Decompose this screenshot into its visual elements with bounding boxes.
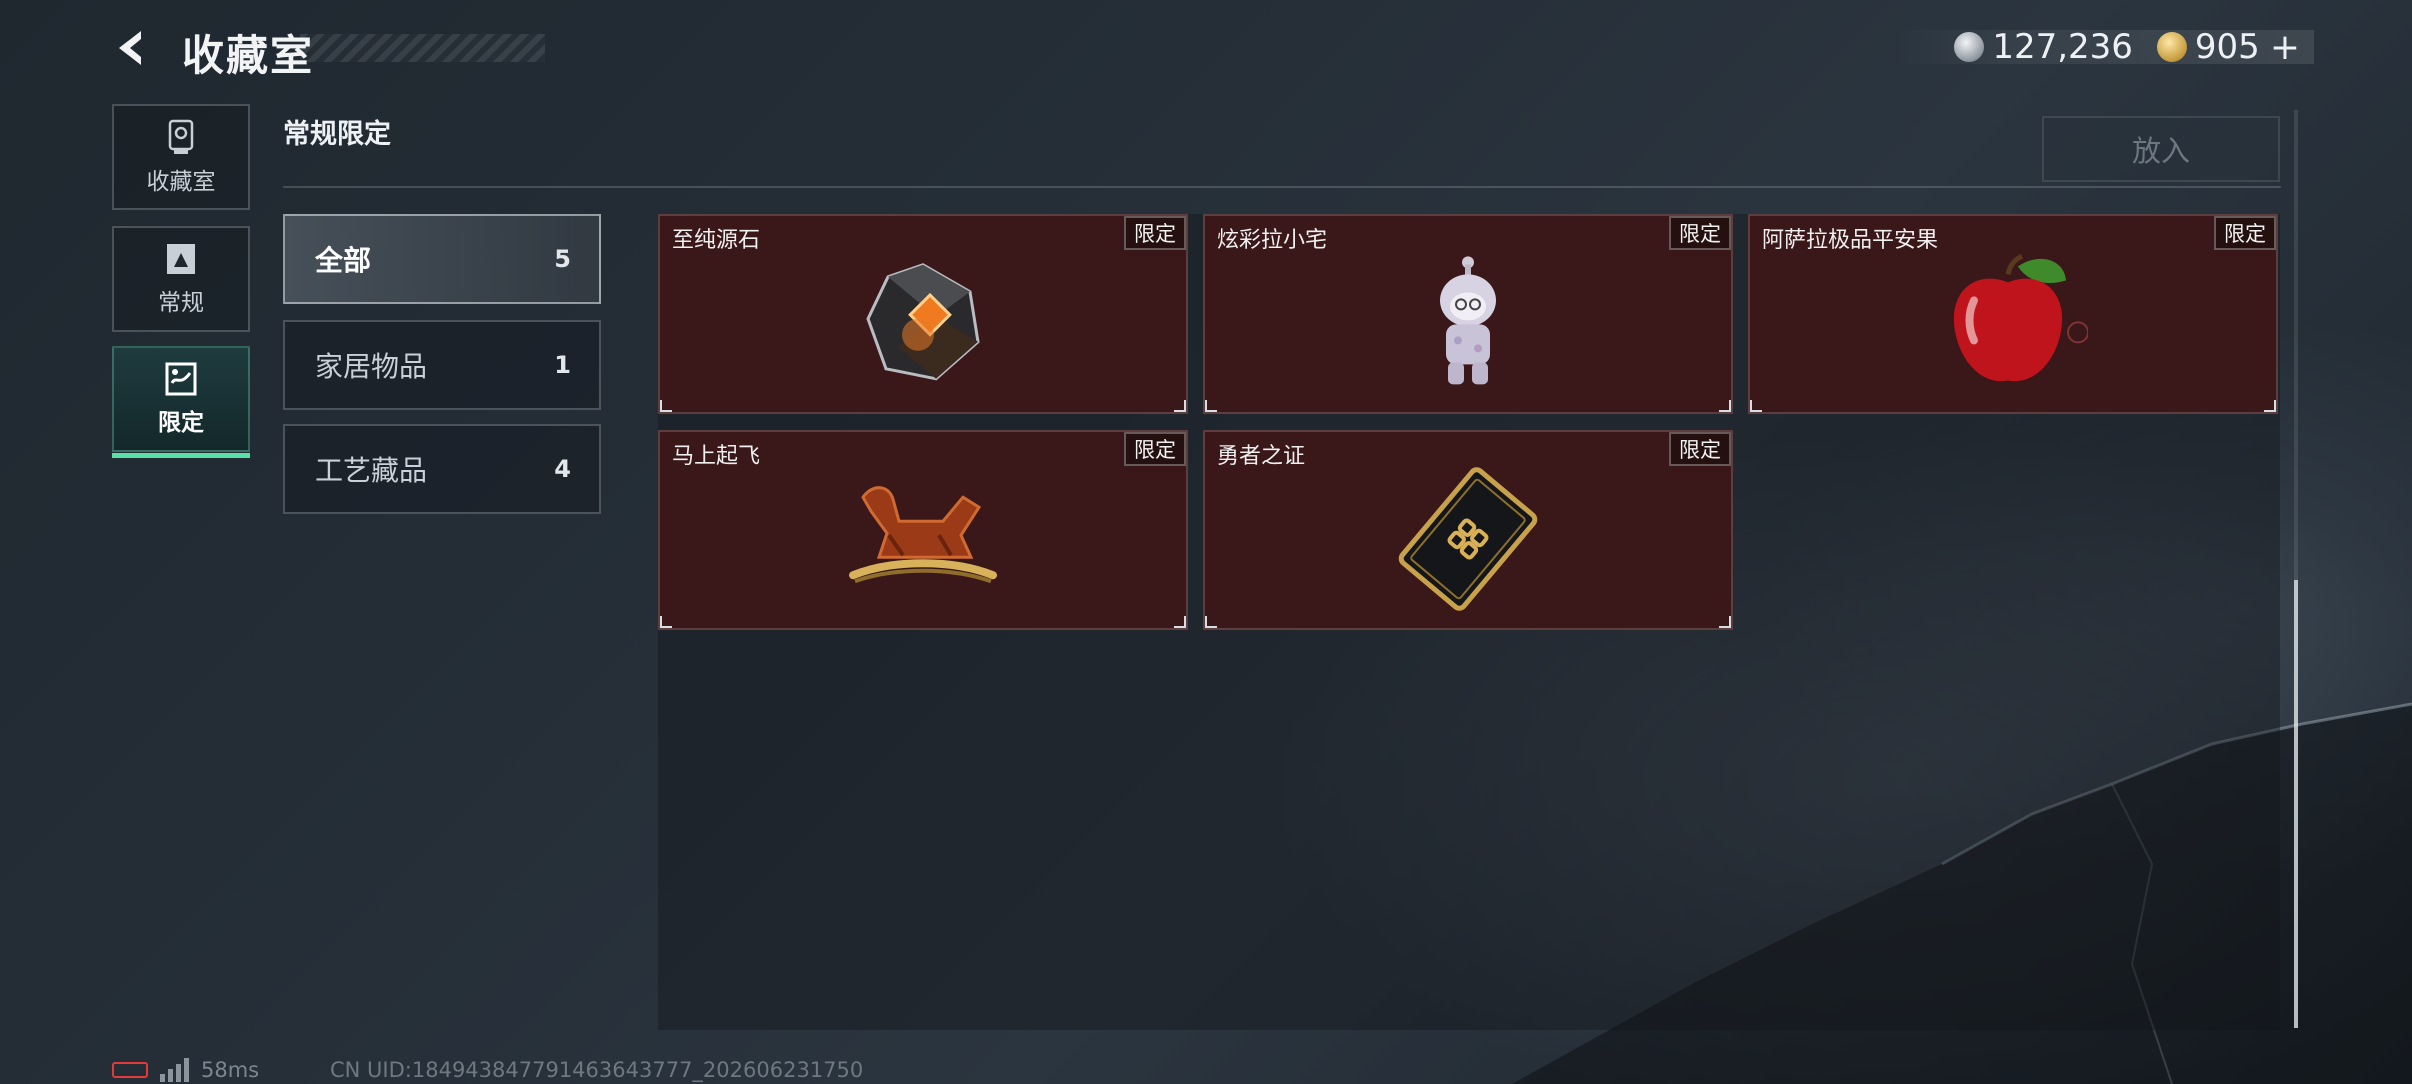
uid-text: CN UID:18494384779146364377​7_2026062317… xyxy=(330,1058,864,1082)
gold-coin-icon xyxy=(2156,32,2187,62)
gold-currency[interactable]: 905 + xyxy=(2156,27,2300,68)
rail-item-collection-room[interactable]: 收藏室 xyxy=(112,104,250,210)
item-card-asala-apple[interactable]: 阿萨拉极品平安果 限定 xyxy=(1748,214,2278,414)
item-name: 至纯源石 xyxy=(672,228,761,253)
item-name: 马上起飞 xyxy=(672,444,761,469)
battery-icon xyxy=(112,1062,148,1078)
trophy-icon xyxy=(168,119,194,154)
rail-item-limited[interactable]: 限定 xyxy=(112,346,250,458)
gold-amount: 905 xyxy=(2194,27,2260,67)
add-currency-button[interactable]: + xyxy=(2270,27,2300,68)
item-card-colorful-figurine[interactable]: 炫彩拉小宅 限定 xyxy=(1203,214,1733,414)
limited-tag: 限定 xyxy=(2214,216,2276,250)
limited-tag: 限定 xyxy=(1669,216,1731,250)
item-name: 炫彩拉小宅 xyxy=(1217,228,1328,253)
title-decoration xyxy=(300,34,545,62)
silver-coin-icon xyxy=(1954,32,1985,62)
category-name: 全部 xyxy=(315,244,372,277)
page-title: 收藏室 xyxy=(182,31,315,80)
status-bar: 58ms xyxy=(112,1058,259,1082)
signal-icon xyxy=(160,1058,189,1082)
category-home-items[interactable]: 家居物品 1 xyxy=(283,320,601,410)
category-count: 4 xyxy=(554,455,571,483)
category-crafts[interactable]: 工艺藏品 4 xyxy=(283,424,601,514)
crystal-stone-icon xyxy=(866,263,980,381)
currency-bar: 127,236 905 + xyxy=(1892,27,2314,68)
item-card-takeoff-horse[interactable]: 马上起飞 限定 xyxy=(658,430,1188,630)
limited-frame-icon xyxy=(165,362,197,396)
badge-card-icon xyxy=(1398,467,1538,611)
figurine-icon xyxy=(1440,256,1496,385)
item-name: 阿萨拉极品平安果 xyxy=(1762,228,1939,253)
category-count: 1 xyxy=(554,351,571,379)
category-all[interactable]: 全部 5 xyxy=(283,214,601,304)
apple-icon xyxy=(1953,254,2088,382)
silver-amount: 127,236 xyxy=(1992,27,2133,67)
rail-item-regular[interactable]: 常规 xyxy=(112,226,250,332)
rail-label: 限定 xyxy=(158,410,204,436)
rail-label: 收藏室 xyxy=(146,169,216,195)
item-name: 勇者之证 xyxy=(1217,444,1306,469)
back-arrow-icon xyxy=(119,31,141,65)
limited-tag: 限定 xyxy=(1669,432,1731,466)
rocking-horse-icon xyxy=(849,486,997,584)
section-title: 常规限定 xyxy=(283,119,391,150)
ping-value: 58ms xyxy=(201,1058,260,1082)
back-button[interactable] xyxy=(108,24,156,72)
put-in-button[interactable]: 放入 xyxy=(2042,116,2280,182)
regular-frame-icon xyxy=(167,244,195,274)
section-divider xyxy=(283,186,2281,188)
category-name: 家居物品 xyxy=(315,350,428,383)
category-count: 5 xyxy=(554,245,571,273)
limited-tag: 限定 xyxy=(1124,216,1186,250)
scrollbar-thumb[interactable] xyxy=(2294,580,2298,1028)
rail-label: 常规 xyxy=(158,290,204,316)
category-name: 工艺藏品 xyxy=(315,454,428,487)
limited-tag: 限定 xyxy=(1124,432,1186,466)
item-card-pure-origin-stone[interactable]: 至纯源石 限定 xyxy=(658,214,1188,414)
item-card-hero-proof[interactable]: 勇者之证 限定 xyxy=(1203,430,1733,630)
silver-currency: 127,236 xyxy=(1954,27,2133,67)
